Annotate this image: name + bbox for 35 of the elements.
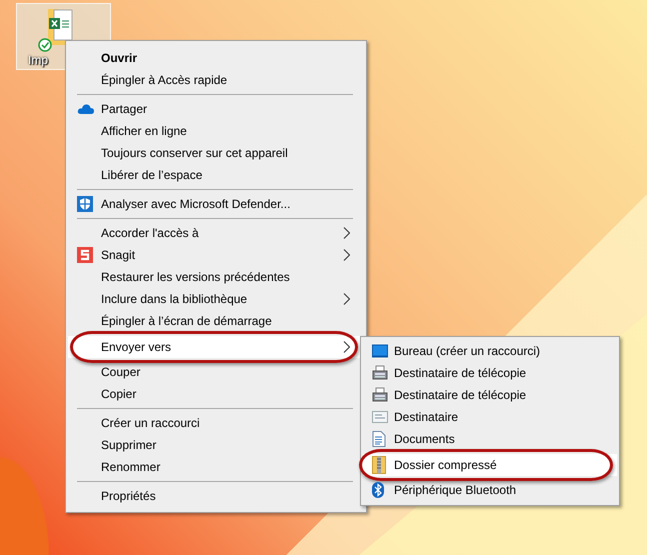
menu-item[interactable]: Libérer de l’espace: [68, 164, 364, 186]
menu-item[interactable]: Destinataire de télécopie: [363, 362, 617, 384]
fax-icon: [372, 365, 388, 381]
menu-item[interactable]: Afficher en ligne: [68, 120, 364, 142]
menu-item[interactable]: Bureau (créer un raccourci): [363, 340, 617, 362]
monitor-icon: [372, 344, 388, 358]
menu-item[interactable]: Documents: [363, 428, 617, 450]
zip-folder-icon: [372, 456, 386, 474]
menu-item[interactable]: Partager: [68, 98, 364, 120]
menu-item[interactable]: Couper: [68, 361, 364, 383]
menu-item[interactable]: Destinataire de télécopie: [363, 384, 617, 406]
cloud-icon: [77, 103, 95, 115]
menu-item[interactable]: Épingler à l’écran de démarrage: [68, 310, 364, 332]
menu-item[interactable]: Snagit: [68, 244, 364, 266]
menu-item[interactable]: Inclure dans la bibliothèque: [68, 288, 364, 310]
menu-item[interactable]: Épingler à Accès rapide: [68, 69, 364, 91]
menu-item[interactable]: Périphérique Bluetooth: [363, 479, 617, 501]
file-name: Imp: [28, 53, 48, 67]
menu-item[interactable]: Ouvrir: [68, 47, 364, 69]
menu-item[interactable]: Accorder l'accès à: [68, 222, 364, 244]
menu-item[interactable]: Supprimer: [68, 434, 364, 456]
s-logo-icon: [77, 247, 93, 263]
menu-item[interactable]: Propriétés: [68, 485, 364, 507]
bluetooth-icon: [372, 482, 384, 498]
menu-item[interactable]: Copier: [68, 383, 364, 405]
menu-item[interactable]: Analyser avec Microsoft Defender...: [68, 193, 364, 215]
menu-item[interactable]: Destinataire: [363, 406, 617, 428]
menu-item[interactable]: Créer un raccourci: [68, 412, 364, 434]
menu-item[interactable]: Restaurer les versions précédentes: [68, 266, 364, 288]
shield-icon: [77, 196, 93, 212]
envelope-icon: [372, 411, 388, 423]
menu-item[interactable]: Dossier compressé: [363, 454, 617, 476]
fax-icon: [372, 387, 388, 403]
menu-item[interactable]: Toujours conserver sur cet appareil: [68, 142, 364, 164]
document-icon: [372, 431, 386, 447]
